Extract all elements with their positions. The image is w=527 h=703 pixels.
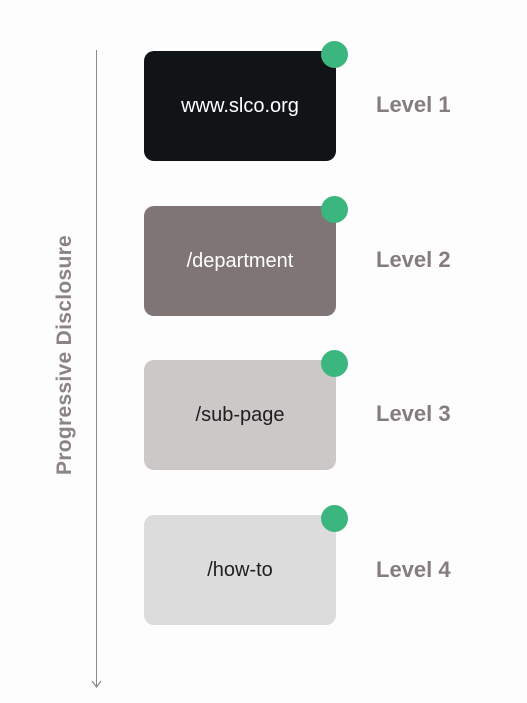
level-4-path: /how-to	[207, 558, 273, 581]
level-4-box: /how-to	[144, 505, 348, 625]
level-4-label: Level 4	[376, 557, 451, 582]
level-3-path: /sub-page	[195, 403, 285, 426]
status-dot-icon	[321, 505, 348, 532]
status-dot-icon	[321, 196, 348, 223]
level-2-path: /department	[186, 249, 294, 272]
disclosure-axis-line	[96, 50, 97, 686]
level-3-box: /sub-page	[144, 350, 348, 470]
axis-label: Progressive Disclosure	[53, 234, 76, 476]
diagram-canvas: Progressive Disclosure www.slco.org Leve…	[0, 0, 527, 703]
level-2-label: Level 2	[376, 247, 451, 272]
status-dot-icon	[321, 350, 348, 377]
level-3-label: Level 3	[376, 401, 451, 426]
arrow-down-icon	[91, 680, 102, 688]
level-1-path: www.slco.org	[181, 94, 299, 117]
level-2-box: /department	[144, 196, 348, 316]
status-dot-icon	[321, 41, 348, 68]
level-1-label: Level 1	[376, 92, 451, 117]
level-1-box: www.slco.org	[144, 41, 348, 161]
